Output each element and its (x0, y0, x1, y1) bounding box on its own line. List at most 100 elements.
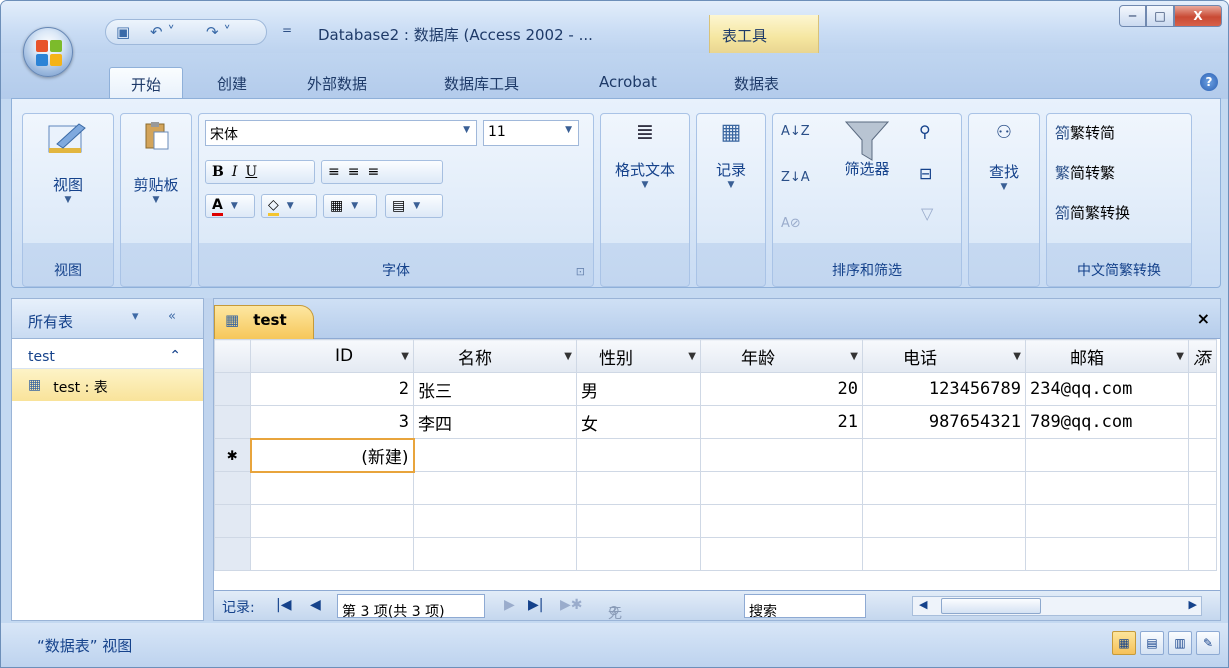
pivot-chart-view-icon[interactable]: ▥ (1168, 631, 1192, 655)
fill-color-button[interactable]: ◇ ▼ (261, 194, 317, 218)
previous-record-icon[interactable]: ◀ (310, 597, 321, 613)
close-button[interactable]: X (1174, 5, 1222, 27)
nav-header[interactable]: 所有表 ▾ « (12, 299, 203, 339)
cell-new-id[interactable]: (新建) (249, 437, 415, 473)
table-row[interactable]: 3 李四 女 21 987654321 789@qq.com (214, 405, 1217, 439)
cell-add[interactable] (1188, 372, 1217, 406)
datasheet-view-icon[interactable]: ▦ (1112, 631, 1136, 655)
font-size-combo[interactable]: 11 ▼ (483, 120, 579, 146)
redo-icon[interactable]: ↷ ˅ (206, 23, 231, 41)
column-header-phone[interactable]: 电话 ▼ (862, 339, 1026, 373)
select-all-cell[interactable] (214, 339, 251, 373)
help-icon[interactable]: ? (1200, 73, 1218, 91)
find-button[interactable]: ⚇ 查找 ▼ (969, 122, 1039, 192)
new-record-row[interactable]: ✱ (新建) (214, 437, 1217, 473)
design-view-icon[interactable]: ✎ (1196, 631, 1220, 655)
sort-ascending-icon[interactable]: A↓Z (781, 124, 810, 139)
gridlines-button[interactable]: ▦ ▼ (323, 194, 377, 218)
underline-button[interactable]: U (245, 164, 257, 180)
scroll-right-icon[interactable]: ▶ (1189, 598, 1197, 611)
cell-name[interactable] (413, 438, 577, 472)
customize-qat-button[interactable]: = (282, 23, 292, 37)
cell-id[interactable]: 2 (250, 372, 414, 406)
font-name-combo[interactable]: 宋体 ▼ (205, 120, 477, 146)
cell-age[interactable]: 20 (700, 372, 863, 406)
column-header-sex[interactable]: 性别 ▼ (576, 339, 701, 373)
tab-datasheet[interactable]: 数据表 (734, 73, 779, 94)
column-dropdown-icon[interactable]: ▼ (688, 351, 696, 362)
column-header-id[interactable]: ID ▼ (250, 339, 414, 373)
column-dropdown-icon[interactable]: ▼ (401, 351, 409, 362)
first-record-icon[interactable]: |◀ (276, 597, 291, 613)
column-dropdown-icon[interactable]: ▼ (564, 351, 572, 362)
column-header-email[interactable]: 邮箱 ▼ (1025, 339, 1189, 373)
table-row[interactable]: 2 张三 男 20 123456789 234@qq.com (214, 372, 1217, 406)
undo-icon[interactable]: ↶ ˅ (150, 23, 175, 41)
cell-phone[interactable] (862, 438, 1026, 472)
column-dropdown-icon[interactable]: ▼ (1013, 351, 1021, 362)
record-selector[interactable] (214, 405, 251, 439)
collapse-group-icon[interactable]: ⌃ (169, 348, 181, 364)
cell-age[interactable]: 21 (700, 405, 863, 439)
font-dialog-launcher-icon[interactable]: ⊡ (576, 265, 585, 278)
close-document-icon[interactable]: × (1197, 309, 1210, 328)
column-dropdown-icon[interactable]: ▼ (1176, 351, 1184, 362)
maximize-button[interactable]: □ (1146, 5, 1174, 27)
bold-button[interactable]: B (212, 164, 224, 180)
last-record-icon[interactable]: ▶| (528, 597, 543, 613)
nav-menu-dropdown-icon[interactable]: ▾ (132, 309, 139, 324)
scroll-left-icon[interactable]: ◀ (919, 598, 927, 611)
alt-row-color-button[interactable]: ▤ ▼ (385, 194, 443, 218)
minimize-button[interactable]: ─ (1119, 5, 1146, 27)
nav-item-test-table[interactable]: ▦ test : 表 (12, 369, 203, 401)
clipboard-button[interactable]: 剪贴板 ▼ (121, 120, 191, 205)
cell-email[interactable]: 789@qq.com (1025, 405, 1189, 439)
view-button[interactable]: 视图 ▼ (23, 120, 113, 205)
record-selector[interactable] (214, 372, 251, 406)
filter-button[interactable]: 筛选器 (827, 118, 907, 179)
cell-phone[interactable]: 123456789 (862, 372, 1026, 406)
cell-email[interactable] (1025, 438, 1189, 472)
cell-age[interactable] (700, 438, 863, 472)
office-button[interactable] (23, 27, 73, 77)
records-button[interactable]: ▦ 记录 ▼ (697, 120, 765, 190)
nav-group-test[interactable]: test ⌃ (12, 339, 203, 369)
advanced-filter-icon[interactable]: ⊟ (919, 164, 932, 183)
cell-add[interactable] (1188, 438, 1217, 472)
cell-phone[interactable]: 987654321 (862, 405, 1026, 439)
tab-test-table[interactable]: ▦ test (214, 305, 314, 339)
column-dropdown-icon[interactable]: ▼ (850, 351, 858, 362)
simp-to-trad-button[interactable]: 繁简转繁 (1055, 162, 1115, 183)
cell-email[interactable]: 234@qq.com (1025, 372, 1189, 406)
cell-sex[interactable]: 男 (576, 372, 701, 406)
search-input[interactable]: 搜索 (744, 594, 866, 620)
sort-descending-icon[interactable]: Z↓A (781, 170, 810, 185)
column-header-add[interactable]: 添 (1188, 339, 1217, 373)
current-record-field[interactable]: 第 3 项(共 3 项) (337, 594, 485, 620)
cell-name[interactable]: 李四 (413, 405, 577, 439)
align-right-icon[interactable]: ≡ (367, 164, 379, 180)
simp-trad-convert-button[interactable]: 箚简繁转换 (1055, 202, 1130, 223)
cell-name[interactable]: 张三 (413, 372, 577, 406)
tab-acrobat[interactable]: Acrobat (599, 73, 657, 91)
selection-filter-icon[interactable]: ⚲ (919, 122, 931, 141)
rich-text-button[interactable]: ≣ 格式文本 ▼ (601, 120, 689, 190)
nav-collapse-icon[interactable]: « (168, 309, 176, 324)
trad-to-simp-button[interactable]: 箚繁转简 (1055, 122, 1115, 143)
tab-external-data[interactable]: 外部数据 (307, 73, 367, 94)
cell-id[interactable]: 3 (250, 405, 414, 439)
cell-add[interactable] (1188, 405, 1217, 439)
column-header-name[interactable]: 名称 ▼ (413, 339, 577, 373)
font-color-button[interactable]: A ▼ (205, 194, 255, 218)
align-left-icon[interactable]: ≡ (328, 164, 340, 180)
column-header-age[interactable]: 年龄 ▼ (700, 339, 863, 373)
save-icon[interactable]: ▣ (116, 23, 130, 41)
tab-database-tools[interactable]: 数据库工具 (444, 73, 519, 94)
tab-create[interactable]: 创建 (217, 73, 247, 94)
horizontal-scrollbar[interactable]: ◀ ▶ (912, 596, 1202, 616)
cell-sex[interactable] (576, 438, 701, 472)
pivot-table-view-icon[interactable]: ▤ (1140, 631, 1164, 655)
tab-home[interactable]: 开始 (109, 67, 183, 100)
cell-sex[interactable]: 女 (576, 405, 701, 439)
italic-button[interactable]: I (232, 164, 238, 180)
